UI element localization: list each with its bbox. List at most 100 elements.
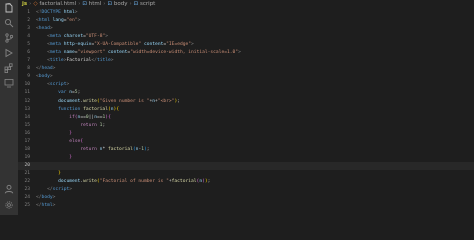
code-token: ; <box>102 122 106 128</box>
line-number: 1 <box>27 10 30 15</box>
line-number: 9 <box>27 74 30 80</box>
code-line[interactable]: 17 else{ <box>18 138 474 146</box>
line-number: 23 <box>24 187 30 193</box>
code-token: "<br>" <box>157 98 175 104</box>
files-icon[interactable] <box>4 3 14 13</box>
code-token: "X-UA-Compatible" <box>94 42 142 48</box>
html-file-icon: ◇ <box>33 1 38 7</box>
code-line[interactable]: 15 return 1; <box>18 122 474 130</box>
code-token: } <box>69 154 72 160</box>
breadcrumb: js › ◇ factorial.html › ⊡ html › ⊡ body › ⊡ scri… <box>22 0 474 9</box>
code-token: "en" <box>66 18 78 24</box>
line-number: 5 <box>27 42 30 48</box>
code-line[interactable]: 24 </body> <box>18 194 474 202</box>
code-token: > <box>238 50 241 56</box>
code-line[interactable]: 5 <meta http-equiv="X-UA-Compatible" con… <box>18 41 474 49</box>
code-token: content <box>143 42 164 48</box>
line-number: 25 <box>24 203 30 209</box>
code-text: document.write("Factorial of number is "… <box>36 178 210 186</box>
code-line[interactable]: 22 document.write("Factorial of number i… <box>18 178 474 186</box>
code-line[interactable]: 8 </head> <box>18 65 474 73</box>
account-icon[interactable] <box>4 184 14 194</box>
code-text: </script> <box>36 186 72 194</box>
code-line[interactable]: 4 <meta charset="UTF-8"> <box>18 33 474 41</box>
code-token: ; <box>146 146 150 152</box>
code-token: script <box>52 187 70 193</box>
chevron-right-icon: › <box>129 1 132 7</box>
line-number: 20 <box>24 162 30 168</box>
line-number: 12 <box>24 98 30 104</box>
code-text: <meta name="viewport" content="width=dev… <box>36 49 241 57</box>
code-line[interactable]: 2 <html lang="en"> <box>18 17 474 25</box>
code-token: write <box>83 178 97 184</box>
code-line[interactable]: 23 </script> <box>18 186 474 194</box>
line-number: 17 <box>24 138 30 144</box>
code-editor[interactable]: 1 <!DOCTYPE html> 2 <html lang="en"> 3 <head>… <box>18 9 474 210</box>
code-line[interactable]: 3 <head> <box>18 25 474 33</box>
code-text: <title>Factorial</title> <box>36 57 113 65</box>
code-text: document.write("Given number is "+n+"<br… <box>36 98 180 106</box>
code-text: else{ <box>36 138 83 146</box>
code-token: content <box>108 50 128 56</box>
breadcrumb-file[interactable]: factorial.html <box>39 1 76 7</box>
code-line[interactable]: 11 var n=5; <box>18 89 474 97</box>
code-token: charset <box>63 34 84 40</box>
code-line[interactable]: 9 <body> <box>18 73 474 81</box>
run-debug-icon[interactable] <box>4 48 14 58</box>
code-line[interactable]: 13 function factorial(n){ <box>18 106 474 114</box>
code-token: write <box>83 98 97 104</box>
code-text: <body> <box>36 73 53 81</box>
remote-explorer-icon[interactable] <box>4 78 14 88</box>
line-number: 21 <box>24 170 30 176</box>
code-token: > <box>66 82 70 88</box>
chevron-right-icon: › <box>103 1 106 7</box>
tag-icon: ⊡ <box>107 1 113 7</box>
code-token: "IE=edge" <box>166 42 192 48</box>
code-line[interactable]: 14 if(n==0||n==1){ <box>18 114 474 122</box>
code-line[interactable]: 1 <!DOCTYPE html> <box>18 9 474 17</box>
code-token: ; <box>77 90 81 96</box>
breadcrumb-html[interactable]: html <box>89 1 102 7</box>
settings-gear-icon[interactable] <box>4 200 14 210</box>
code-line[interactable]: 7 <title>Factorial</title> <box>18 57 474 65</box>
code-line[interactable]: 21 } <box>18 170 474 178</box>
code-line[interactable]: 20 <box>18 161 474 170</box>
tag-icon: ⊡ <box>133 1 139 7</box>
code-line[interactable]: 12 document.write("Given number is "+n+"… <box>18 98 474 106</box>
line-number: 14 <box>24 114 30 120</box>
code-line[interactable]: 16 } <box>18 130 474 138</box>
code-text: <meta http-equiv="X-UA-Compatible" conte… <box>36 41 194 49</box>
activity-bar <box>0 0 18 215</box>
extensions-icon[interactable] <box>4 63 14 73</box>
code-token: http-equiv <box>63 42 92 48</box>
line-number: 18 <box>24 146 30 152</box>
source-control-icon[interactable] <box>4 33 14 43</box>
js-folder-label[interactable]: js <box>22 1 27 7</box>
code-token: title <box>96 58 111 64</box>
code-line[interactable]: 18 return n* factorial(n-1); <box>18 146 474 154</box>
line-number: 2 <box>27 18 30 24</box>
search-icon[interactable] <box>4 18 14 28</box>
code-token: return <box>80 146 97 152</box>
code-token: factorial <box>107 146 133 152</box>
line-number: 4 <box>27 34 30 40</box>
code-token: "Factorial of number is " <box>99 178 169 184</box>
code-token: DOCTYPE <box>41 10 61 15</box>
code-line[interactable]: 10 <script> <box>18 81 474 89</box>
code-token: html <box>38 18 50 24</box>
code-token: document <box>58 98 81 104</box>
breadcrumb-script[interactable]: script <box>140 1 155 7</box>
line-number: 11 <box>24 90 30 96</box>
code-line[interactable]: 25 </html> <box>18 202 474 210</box>
code-token: ; <box>177 98 180 104</box>
code-line[interactable]: 6 <meta name="viewport" content="width=d… <box>18 49 474 57</box>
code-line[interactable]: 19 } <box>18 154 474 162</box>
breadcrumb-body[interactable]: body <box>114 1 128 7</box>
code-token: name <box>63 50 75 56</box>
